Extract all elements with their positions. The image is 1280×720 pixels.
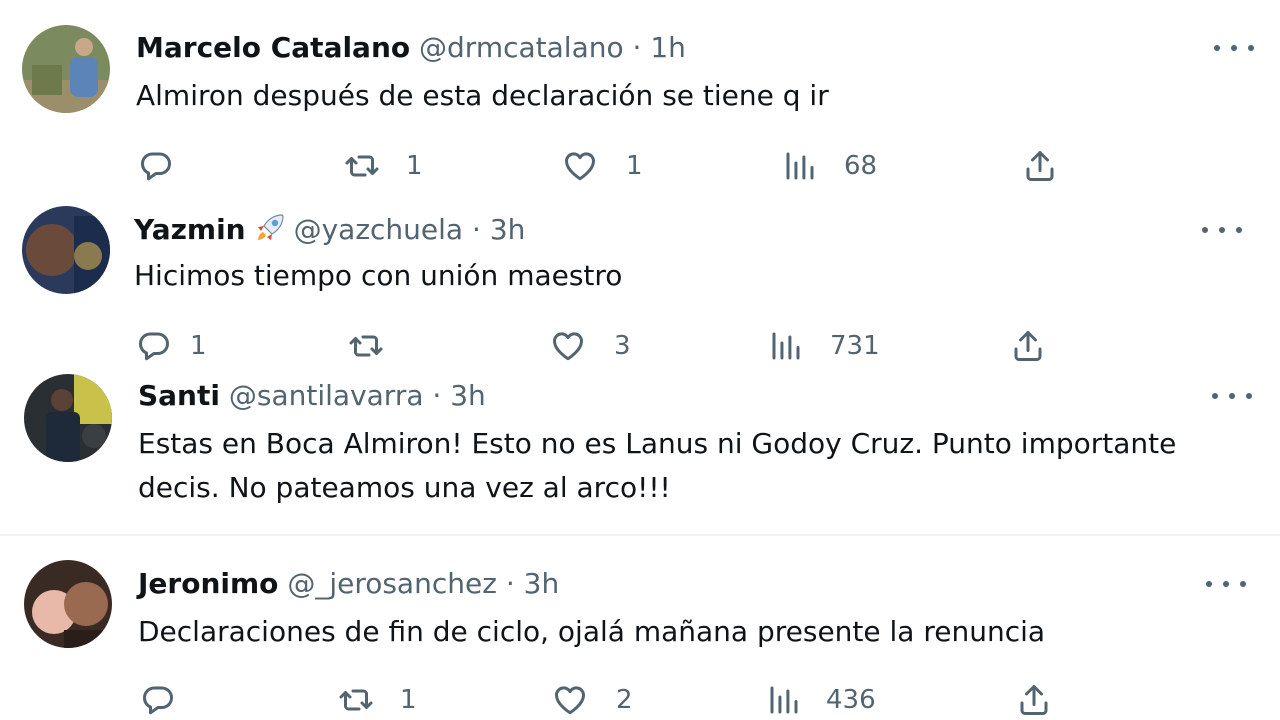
retweet-button[interactable] <box>348 328 402 364</box>
views-icon <box>768 328 804 364</box>
views-count: 68 <box>844 151 878 181</box>
tweet-header: Santi @santilavarra · 3h <box>138 378 486 414</box>
tweet-text: Declaraciones de fin de ciclo, ojalá mañ… <box>138 615 1046 648</box>
retweet-icon <box>348 328 384 364</box>
avatar[interactable] <box>22 206 110 294</box>
reply-icon <box>140 682 176 718</box>
separator: · <box>472 213 481 246</box>
views-button[interactable]: 436 <box>766 682 876 718</box>
more-icon[interactable] <box>1206 574 1246 594</box>
share-button[interactable] <box>1022 148 1058 184</box>
display-name[interactable]: Marcelo Catalano <box>136 31 410 64</box>
more-icon[interactable] <box>1202 220 1242 240</box>
more-icon[interactable] <box>1212 386 1252 406</box>
retweet-icon <box>338 682 374 718</box>
tweet-text-line-2: decis. No pateamos una vez al arco!!! <box>138 471 671 504</box>
timestamp[interactable]: 3h <box>450 379 486 412</box>
reply-icon <box>136 328 172 364</box>
handle[interactable]: @santilavarra <box>229 379 424 412</box>
separator: · <box>432 379 442 412</box>
more-icon[interactable] <box>1214 38 1254 58</box>
handle[interactable]: @drmcatalano <box>419 31 624 64</box>
reply-button[interactable] <box>140 682 194 718</box>
handle[interactable]: @yazchuela <box>294 213 463 246</box>
timestamp[interactable]: 3h <box>524 567 560 600</box>
tweet-2[interactable]: Yazmin @yazchuela · 3h Hicimos tiempo con… <box>0 190 1280 368</box>
tweet-text: Almiron después de esta declaración se t… <box>136 79 829 112</box>
heart-icon <box>552 682 588 718</box>
share-icon <box>1022 148 1058 184</box>
avatar[interactable] <box>24 560 112 648</box>
timestamp[interactable]: 3h <box>490 213 526 246</box>
tweet-4[interactable]: Jeronimo @_jerosanchez · 3h Declaracione… <box>0 536 1280 720</box>
share-icon <box>1010 328 1046 364</box>
rocket-icon <box>257 214 284 240</box>
like-count: 3 <box>614 331 631 361</box>
like-button[interactable]: 1 <box>562 148 643 184</box>
tweet-3[interactable]: Santi @santilavarra · 3h Estas en Boca A… <box>0 368 1280 534</box>
separator: · <box>505 567 515 600</box>
tweet-text-line-1: Estas en Boca Almiron! Esto no es Lanus … <box>138 427 1177 460</box>
views-button[interactable]: 731 <box>768 328 880 364</box>
views-button[interactable]: 68 <box>782 148 877 184</box>
reply-button[interactable] <box>138 148 192 184</box>
views-icon <box>766 682 802 718</box>
heart-icon <box>550 328 586 364</box>
share-button[interactable] <box>1016 682 1052 718</box>
retweet-button[interactable]: 1 <box>344 148 423 184</box>
tweet-header: Jeronimo @_jerosanchez · 3h <box>138 566 559 602</box>
like-button[interactable]: 3 <box>550 328 631 364</box>
display-name[interactable]: Jeronimo <box>138 567 278 600</box>
tweet-header: Marcelo Catalano @drmcatalano · 1h <box>136 30 686 66</box>
display-name[interactable]: Santi <box>138 379 220 412</box>
reply-count: 1 <box>190 331 207 361</box>
heart-icon <box>562 148 598 184</box>
views-icon <box>782 148 818 184</box>
tweet-1[interactable]: Marcelo Catalano @drmcatalano · 1h Almir… <box>0 0 1280 190</box>
like-button[interactable]: 2 <box>552 682 633 718</box>
tweet-text: Hicimos tiempo con unión maestro <box>134 259 623 292</box>
timestamp[interactable]: 1h <box>650 31 686 64</box>
handle[interactable]: @_jerosanchez <box>287 567 497 600</box>
retweet-icon <box>344 148 380 184</box>
separator: · <box>632 31 642 64</box>
share-icon <box>1016 682 1052 718</box>
retweet-count: 1 <box>400 685 417 715</box>
views-count: 436 <box>826 685 876 715</box>
retweet-button[interactable]: 1 <box>338 682 417 718</box>
like-count: 2 <box>616 685 633 715</box>
reply-icon <box>138 148 174 184</box>
views-count: 731 <box>830 331 880 361</box>
retweet-count: 1 <box>406 151 423 181</box>
reply-button[interactable]: 1 <box>136 328 207 364</box>
display-name[interactable]: Yazmin <box>134 213 246 246</box>
like-count: 1 <box>626 151 643 181</box>
tweet-header: Yazmin @yazchuela · 3h <box>134 210 525 248</box>
avatar[interactable] <box>22 25 110 113</box>
share-button[interactable] <box>1010 328 1046 364</box>
avatar[interactable] <box>24 374 112 462</box>
